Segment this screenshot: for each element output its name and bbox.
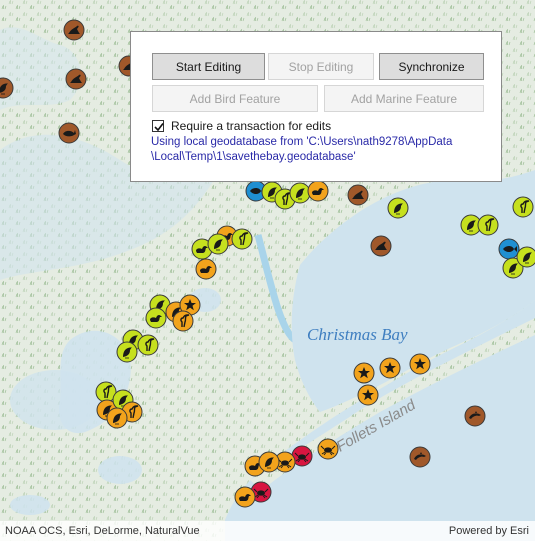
feature-marker[interactable] [234,486,256,508]
attribution-bar: NOAA OCS, Esri, DeLorme, NaturalVue Powe… [0,521,535,541]
transaction-checkbox-row[interactable]: Require a transaction for edits [152,118,331,134]
feature-marker[interactable] [409,446,431,468]
feature-marker[interactable] [317,438,339,460]
feature-marker[interactable] [258,451,280,473]
pond-bottom-left [10,495,50,515]
transaction-checkbox[interactable] [152,120,164,132]
feature-marker[interactable] [347,184,369,206]
attribution-powered-by[interactable]: Powered by Esri [449,525,529,537]
feature-marker[interactable] [63,19,85,41]
feature-marker[interactable] [464,405,486,427]
feature-marker[interactable] [58,122,80,144]
label-christmas-bay: Christmas Bay [307,325,408,344]
checkmark-icon [154,123,164,132]
status-line-2: \Local\Temp\1\savethebay.geodatabase' [151,151,356,163]
feature-marker[interactable] [516,246,535,268]
feature-marker[interactable] [289,182,311,204]
feature-marker[interactable] [477,214,499,236]
feature-marker[interactable] [307,180,329,202]
status-line-1: Using local geodatabase from 'C:\Users\n… [151,136,453,148]
synchronize-button[interactable]: Synchronize [379,53,484,80]
lake-bottom [98,456,142,484]
feature-marker[interactable] [231,228,253,250]
transaction-checkbox-label: Require a transaction for edits [171,119,332,133]
feature-marker-circle [172,310,194,332]
feature-marker[interactable] [370,235,392,257]
feature-marker-circle [477,214,499,236]
feature-marker[interactable] [207,233,229,255]
feature-marker-circle [231,228,253,250]
attribution-sources: NOAA OCS, Esri, DeLorme, NaturalVue [5,525,200,537]
stop-editing-button[interactable]: Stop Editing [268,53,374,80]
feature-marker[interactable] [379,357,401,379]
feature-marker[interactable] [106,407,128,429]
feature-marker[interactable] [195,258,217,280]
feature-marker-circle [512,196,534,218]
feature-marker[interactable] [387,197,409,219]
add-bird-feature-button[interactable]: Add Bird Feature [152,85,318,112]
feature-marker[interactable] [172,310,194,332]
feature-marker[interactable] [512,196,534,218]
feature-marker[interactable] [137,334,159,356]
add-marine-feature-button[interactable]: Add Marine Feature [324,85,484,112]
feature-marker-circle [137,334,159,356]
feature-marker[interactable] [357,384,379,406]
feature-marker[interactable] [116,341,138,363]
editing-panel: Start Editing Stop Editing Synchronize A… [130,31,502,182]
feature-marker[interactable] [498,238,520,260]
feature-marker[interactable] [409,353,431,375]
start-editing-button[interactable]: Start Editing [152,53,265,80]
geodatabase-status-text: Using local geodatabase from 'C:\Users\n… [151,135,491,165]
feature-marker[interactable] [353,362,375,384]
feature-marker[interactable] [65,68,87,90]
feature-marker[interactable] [145,307,167,329]
